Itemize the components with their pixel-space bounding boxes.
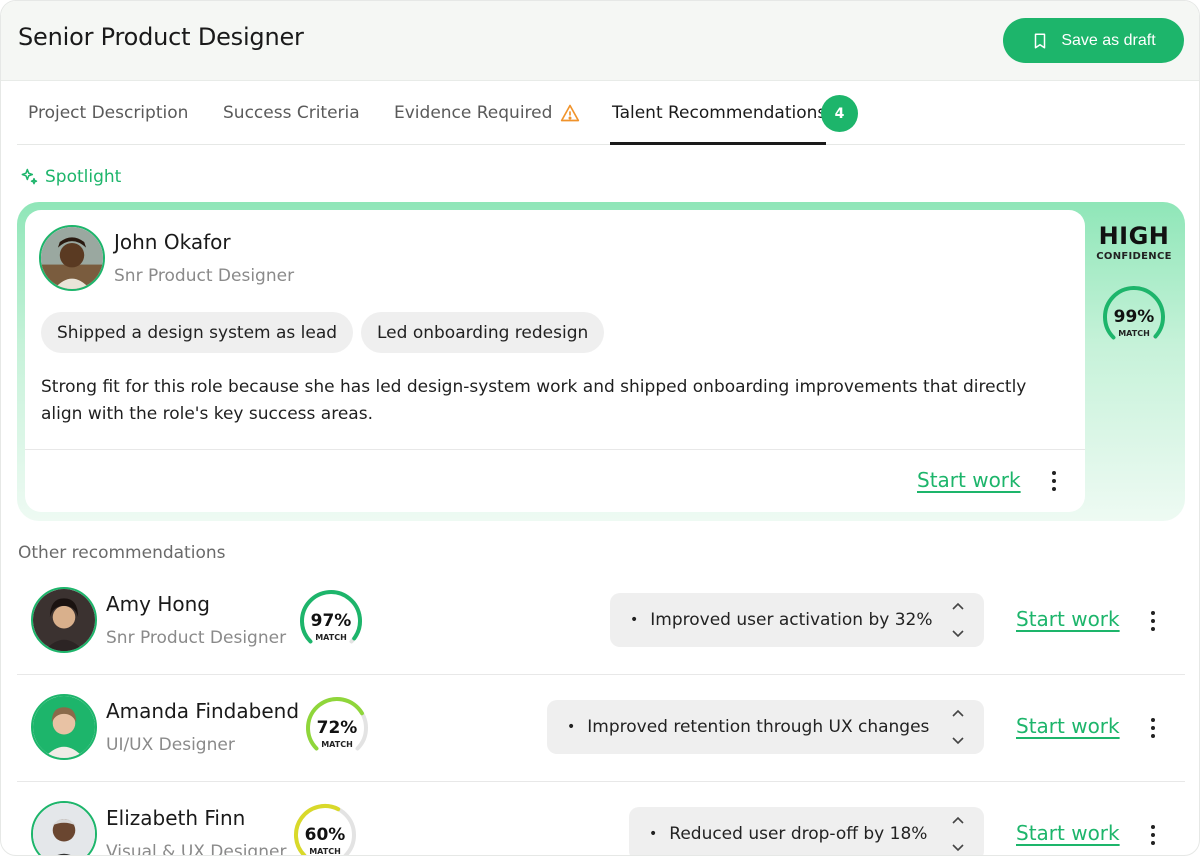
active-tab-indicator — [610, 142, 826, 145]
match-gauge: 60% MATCH — [292, 802, 358, 856]
page-header: Senior Product Designer Save as draft — [1, 1, 1199, 81]
highlight-text: Improved retention through UX changes — [587, 717, 930, 737]
divider — [17, 674, 1185, 675]
bullet: • — [630, 612, 639, 628]
match-percent: 72% — [317, 718, 358, 738]
kebab-menu-icon[interactable] — [1143, 608, 1163, 634]
highlight-pill[interactable]: • Improved retention through UX changes — [547, 700, 984, 754]
avatar — [31, 694, 97, 760]
achievement-chip: Led onboarding redesign — [361, 312, 605, 353]
match-gauge-graphic: 97% MATCH — [300, 590, 362, 644]
tab-success-criteria[interactable]: Success Criteria — [223, 81, 360, 145]
match-percent: 97% — [311, 611, 352, 631]
spotlight-label: Spotlight — [45, 167, 122, 187]
highlight-text: Improved user activation by 32% — [650, 610, 933, 630]
chevron-up-down-icon[interactable] — [948, 814, 968, 854]
chevron-up-down-icon[interactable] — [948, 707, 968, 747]
match-gauge-graphic: 72% MATCH — [306, 697, 368, 751]
start-work-link[interactable]: Start work — [1016, 714, 1120, 738]
candidate-name: John Okafor — [114, 230, 231, 254]
start-work-link[interactable]: Start work — [1016, 607, 1120, 631]
warning-triangle-icon — [561, 104, 580, 122]
candidate-name: Elizabeth Finn — [106, 806, 246, 830]
avatar — [31, 587, 97, 653]
avatar — [31, 801, 97, 855]
other-recommendations-heading: Other recommendations — [18, 543, 226, 563]
recommendations-count-badge: 4 — [821, 95, 858, 132]
candidate-role: Snr Product Designer — [114, 266, 295, 286]
match-label: MATCH — [321, 740, 353, 749]
candidate-role: UI/UX Designer — [106, 735, 235, 755]
candidate-name: Amy Hong — [106, 592, 211, 616]
app-window: Senior Product Designer Save as draft Pr… — [0, 0, 1200, 856]
match-gauge: 72% MATCH — [304, 695, 370, 761]
spotlight-heading: Spotlight — [19, 167, 121, 187]
highlight-text: Reduced user drop-off by 18% — [669, 824, 928, 844]
tab-project-description[interactable]: Project Description — [28, 81, 188, 145]
kebab-menu-icon[interactable] — [1143, 822, 1163, 848]
chevron-up-down-icon[interactable] — [948, 600, 968, 640]
tab-talent-recommendations[interactable]: Talent Recommendations — [612, 81, 826, 145]
bullet: • — [567, 719, 576, 735]
tab-bar: Project Description Success Criteria Evi… — [17, 81, 1185, 145]
confidence-panel: HIGH CONFIDENCE 99% MATCH — [1089, 210, 1179, 512]
match-label: MATCH — [1118, 329, 1150, 338]
match-percent: 60% — [305, 825, 346, 845]
bookmark-icon — [1035, 33, 1046, 48]
divider — [17, 781, 1185, 782]
highlight-pill[interactable]: • Improved user activation by 32% — [610, 593, 984, 647]
save-as-draft-button[interactable]: Save as draft — [1003, 18, 1184, 63]
match-gauge: 99% MATCH — [1101, 284, 1167, 350]
save-as-draft-label: Save as draft — [1061, 31, 1156, 49]
bullet: • — [649, 826, 658, 842]
match-gauge: 97% MATCH — [298, 588, 364, 654]
match-label: MATCH — [309, 847, 341, 856]
tab-label: Success Criteria — [223, 103, 360, 123]
achievement-chip: Shipped a design system as lead — [41, 312, 354, 353]
tab-label: Talent Recommendations — [612, 103, 827, 123]
candidate-role: Visual & UX Designer — [106, 842, 287, 856]
kebab-menu-icon[interactable] — [1044, 468, 1064, 494]
match-gauge-graphic: 99% MATCH — [1103, 286, 1165, 340]
tab-label: Project Description — [28, 103, 189, 123]
start-work-link[interactable]: Start work — [1016, 821, 1120, 845]
confidence-label: CONFIDENCE — [1096, 251, 1172, 262]
fit-description: Strong fit for this role because she has… — [41, 377, 1027, 424]
highlight-pill[interactable]: • Reduced user drop-off by 18% — [629, 807, 984, 855]
page-title: Senior Product Designer — [18, 23, 304, 51]
tab-label: Evidence Required — [394, 103, 553, 123]
candidate-name: Amanda Findabend — [106, 699, 300, 723]
avatar — [39, 225, 105, 291]
start-work-link[interactable]: Start work — [917, 468, 1021, 492]
candidate-role: Snr Product Designer — [106, 628, 287, 648]
spotlight-card — [25, 210, 1085, 512]
tab-evidence-required[interactable]: Evidence Required — [394, 81, 580, 145]
kebab-menu-icon[interactable] — [1143, 715, 1163, 741]
divider — [25, 449, 1085, 450]
confidence-level: HIGH — [1098, 222, 1170, 250]
sparkle-icon — [21, 168, 38, 185]
match-label: MATCH — [315, 633, 347, 642]
match-gauge-graphic: 60% MATCH — [294, 803, 356, 856]
match-percent: 99% — [1114, 307, 1155, 327]
